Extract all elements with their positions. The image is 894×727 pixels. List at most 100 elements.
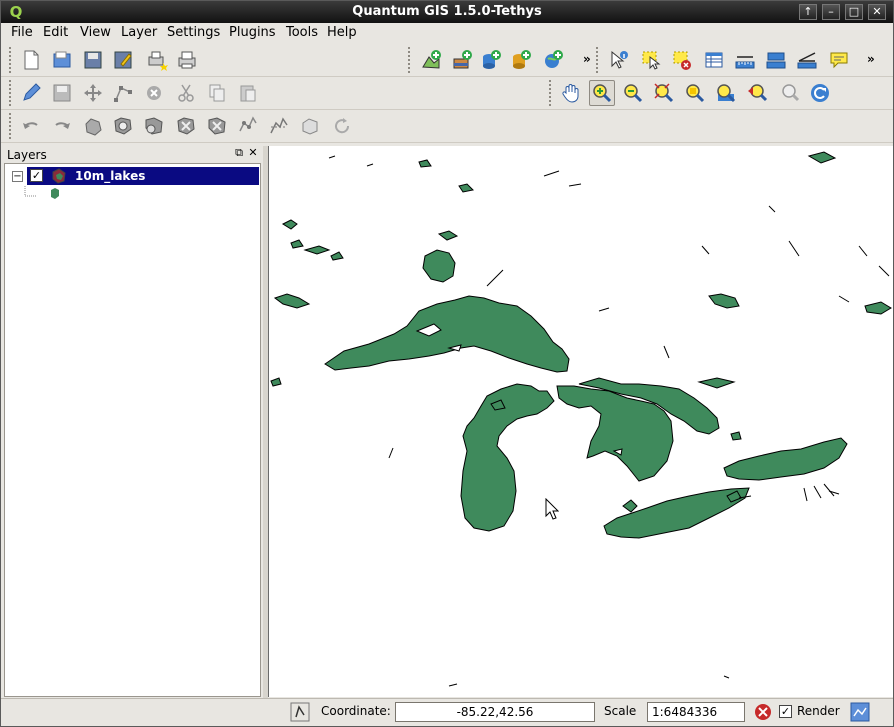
layer-item-10m-lakes[interactable]: ✓ 10m_lakes xyxy=(27,167,259,185)
coordinate-field[interactable]: -85.22,42.56 xyxy=(395,702,595,722)
toolbar-grip[interactable] xyxy=(408,47,413,73)
delete-ring-icon[interactable] xyxy=(173,113,199,139)
lake-superior xyxy=(324,295,570,373)
zoom-next-icon[interactable] xyxy=(776,80,802,106)
save-as-icon[interactable] xyxy=(110,47,136,73)
toolbar-grip[interactable] xyxy=(596,47,601,73)
add-vector-layer-icon[interactable] xyxy=(418,47,444,73)
close-icon[interactable]: ✕ xyxy=(868,4,886,20)
mouse-cursor-icon xyxy=(545,498,559,520)
toolbar-grip[interactable] xyxy=(9,113,14,139)
reshape-icon[interactable] xyxy=(235,113,261,139)
zoom-in-icon[interactable] xyxy=(589,80,615,106)
layers-panel: Layers ⧉ ✕ − ✓ 10m_lakes xyxy=(1,146,263,698)
save-edits-icon[interactable] xyxy=(49,80,75,106)
toolbar-overflow-icon[interactable]: » xyxy=(583,52,591,66)
add-ring-icon[interactable] xyxy=(110,113,136,139)
add-part-icon[interactable] xyxy=(141,113,167,139)
pan-icon[interactable] xyxy=(558,80,584,106)
lake-ontario xyxy=(723,437,848,481)
maximize-icon[interactable]: □ xyxy=(845,4,863,20)
copy-features-icon[interactable] xyxy=(204,80,230,106)
menu-plugins[interactable]: Plugins xyxy=(229,25,276,40)
toolbar-row-1: » » xyxy=(1,44,893,77)
add-postgis-layer-icon[interactable] xyxy=(478,47,504,73)
zoom-to-selection-icon[interactable] xyxy=(682,80,708,106)
open-project-icon[interactable] xyxy=(49,47,75,73)
legend-symbol xyxy=(24,186,59,199)
simplify-feature-icon[interactable] xyxy=(80,113,106,139)
toolbar-grip[interactable] xyxy=(9,47,14,73)
toolbar-grip[interactable] xyxy=(9,80,14,106)
toolbar-grip[interactable] xyxy=(549,80,554,106)
paste-features-icon[interactable] xyxy=(235,80,261,106)
toolbar-row-2 xyxy=(1,77,893,110)
scale-label: Scale xyxy=(604,704,637,718)
add-wms-layer-icon[interactable] xyxy=(540,47,566,73)
menu-layer[interactable]: Layer xyxy=(121,25,157,40)
select-features-icon[interactable] xyxy=(638,47,664,73)
lakes-map xyxy=(270,151,892,687)
refresh-icon[interactable] xyxy=(807,80,833,106)
zoom-to-layer-icon[interactable] xyxy=(713,80,739,106)
menu-file[interactable]: File xyxy=(11,25,33,40)
float-panel-icon[interactable]: ⧉ xyxy=(233,147,245,159)
zoom-out-icon[interactable] xyxy=(620,80,646,106)
new-project-icon[interactable] xyxy=(18,47,44,73)
delete-part-icon[interactable] xyxy=(204,113,230,139)
toolbar-row-3 xyxy=(1,110,893,143)
menu-bar: File Edit View Layer Settings Plugins To… xyxy=(1,23,893,43)
polygon-layer-icon xyxy=(52,168,66,184)
stop-render-icon[interactable] xyxy=(753,702,773,722)
measure-line-icon[interactable] xyxy=(732,47,758,73)
save-project-icon[interactable] xyxy=(80,47,106,73)
menu-edit[interactable]: Edit xyxy=(43,25,68,40)
measure-area-icon[interactable] xyxy=(763,47,789,73)
node-tool-icon[interactable] xyxy=(110,80,136,106)
window-title: Quantum GIS 1.5.0-Tethys xyxy=(352,4,542,19)
deselect-features-icon[interactable] xyxy=(669,47,695,73)
toolbar-overflow-icon[interactable]: » xyxy=(867,52,875,66)
menu-settings[interactable]: Settings xyxy=(167,25,220,40)
delete-selected-icon[interactable] xyxy=(141,80,167,106)
zoom-full-icon[interactable] xyxy=(651,80,677,106)
collapse-tree-icon[interactable]: − xyxy=(12,171,23,182)
scale-field[interactable]: 1:6484336 xyxy=(647,702,745,722)
undo-icon[interactable] xyxy=(18,113,44,139)
status-bar: Coordinate: -85.22,42.56 Scale 1:6484336… xyxy=(1,698,893,726)
render-label: Render xyxy=(797,704,840,718)
rotate-label-icon[interactable] xyxy=(329,113,355,139)
add-spatialite-layer-icon[interactable] xyxy=(508,47,534,73)
projection-icon[interactable] xyxy=(850,702,870,722)
lake-michigan xyxy=(460,383,555,532)
title-bar: Q Quantum GIS 1.5.0-Tethys ↑ – □ ✕ xyxy=(1,1,893,23)
lake-nipigon xyxy=(422,249,456,283)
menu-view[interactable]: View xyxy=(80,25,111,40)
layer-visibility-checkbox[interactable]: ✓ xyxy=(30,169,43,182)
split-features-icon[interactable] xyxy=(266,113,292,139)
render-checkbox[interactable]: ✓ xyxy=(779,705,792,718)
toggle-editing-icon[interactable] xyxy=(18,80,44,106)
menu-help[interactable]: Help xyxy=(327,25,357,40)
measure-angle-icon[interactable] xyxy=(794,47,820,73)
zoom-last-icon[interactable] xyxy=(744,80,770,106)
print-composer-icon[interactable] xyxy=(144,47,170,73)
merge-features-icon[interactable] xyxy=(297,113,323,139)
coordinate-label: Coordinate: xyxy=(321,704,391,718)
toggle-extents-icon[interactable] xyxy=(290,702,310,722)
maximize-up-icon[interactable]: ↑ xyxy=(799,4,817,20)
move-feature-icon[interactable] xyxy=(80,80,106,106)
redo-icon[interactable] xyxy=(49,113,75,139)
cut-features-icon[interactable] xyxy=(173,80,199,106)
close-panel-icon[interactable]: ✕ xyxy=(247,147,259,159)
identify-icon[interactable] xyxy=(606,47,632,73)
map-tips-icon[interactable] xyxy=(826,47,852,73)
map-canvas[interactable] xyxy=(268,146,893,697)
print-icon[interactable] xyxy=(174,47,200,73)
minimize-icon[interactable]: – xyxy=(822,4,840,20)
add-raster-layer-icon[interactable] xyxy=(449,47,475,73)
menu-tools[interactable]: Tools xyxy=(286,25,318,40)
open-attribute-table-icon[interactable] xyxy=(701,47,727,73)
layer-name: 10m_lakes xyxy=(75,169,146,183)
qgis-window: Q Quantum GIS 1.5.0-Tethys ↑ – □ ✕ File … xyxy=(0,0,894,727)
